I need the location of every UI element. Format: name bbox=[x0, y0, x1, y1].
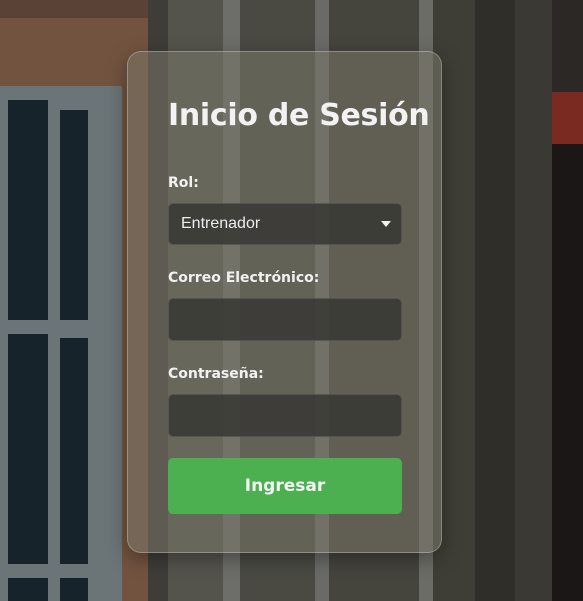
background-roof bbox=[0, 0, 150, 18]
role-label: Rol: bbox=[168, 175, 199, 191]
login-title: Inicio de Sesión bbox=[168, 98, 430, 133]
email-field[interactable] bbox=[168, 298, 402, 341]
password-label: Contraseña: bbox=[168, 366, 264, 382]
caret-down-icon bbox=[381, 221, 391, 227]
login-card: Inicio de Sesión Rol: Entrenador Correo … bbox=[127, 51, 442, 553]
role-select-value: Entrenador bbox=[181, 215, 261, 232]
background-window bbox=[0, 86, 122, 601]
password-field[interactable] bbox=[168, 394, 402, 437]
email-label: Correo Electrónico: bbox=[168, 270, 320, 286]
submit-button[interactable]: Ingresar bbox=[168, 458, 402, 514]
background-red-panel bbox=[552, 92, 583, 144]
role-select[interactable]: Entrenador bbox=[168, 203, 402, 245]
background-dark-interior bbox=[552, 144, 583, 601]
